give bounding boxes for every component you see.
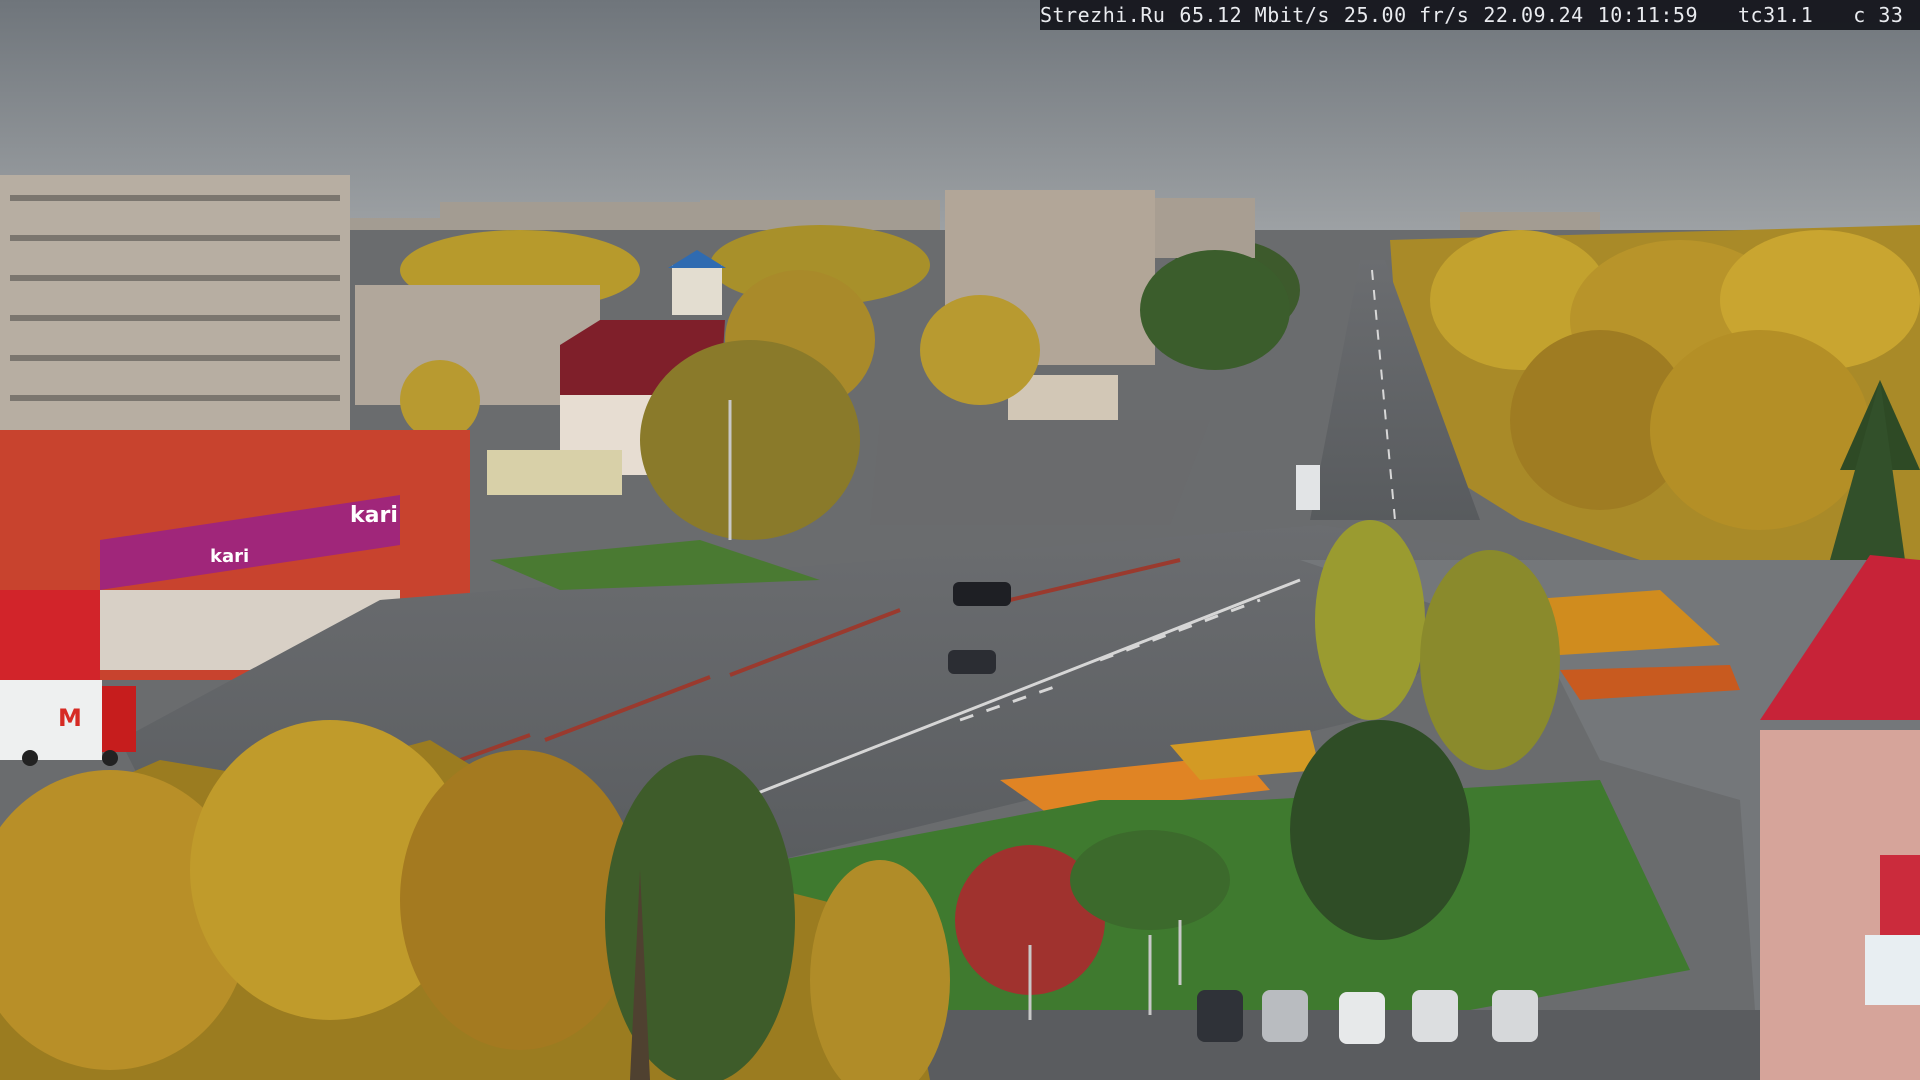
osd-site: Strezhi.Ru	[1040, 3, 1166, 27]
tower-right-block	[1155, 198, 1255, 258]
camera-info-overlay: Strezhi.Ru 65.12 Mbit/s 25.00 fr/s 22.09…	[1040, 0, 1920, 30]
kari-store-tagline: kari	[210, 546, 249, 567]
central-plaza	[870, 420, 1210, 525]
green-roof-kiosk	[487, 450, 622, 495]
blue-roof-tower	[672, 265, 722, 315]
osd-bitrate: 65.12 Mbit/s	[1179, 3, 1330, 27]
camera-view: kari kari M	[0, 0, 1920, 1080]
osd-date: 22.09.24	[1483, 3, 1584, 27]
osd-time: 10:11:59	[1597, 3, 1698, 27]
truck-on-avenue	[1296, 465, 1320, 510]
parked-black-suv	[953, 582, 1011, 606]
car-on-road	[948, 650, 996, 674]
osd-fps: 25.00 fr/s	[1343, 3, 1470, 27]
kari-store-logo: kari	[350, 503, 398, 528]
osd-channel: c 33	[1853, 3, 1904, 27]
truck-logo: M	[58, 704, 82, 732]
osd-camera-id: tc31.1	[1738, 3, 1814, 27]
